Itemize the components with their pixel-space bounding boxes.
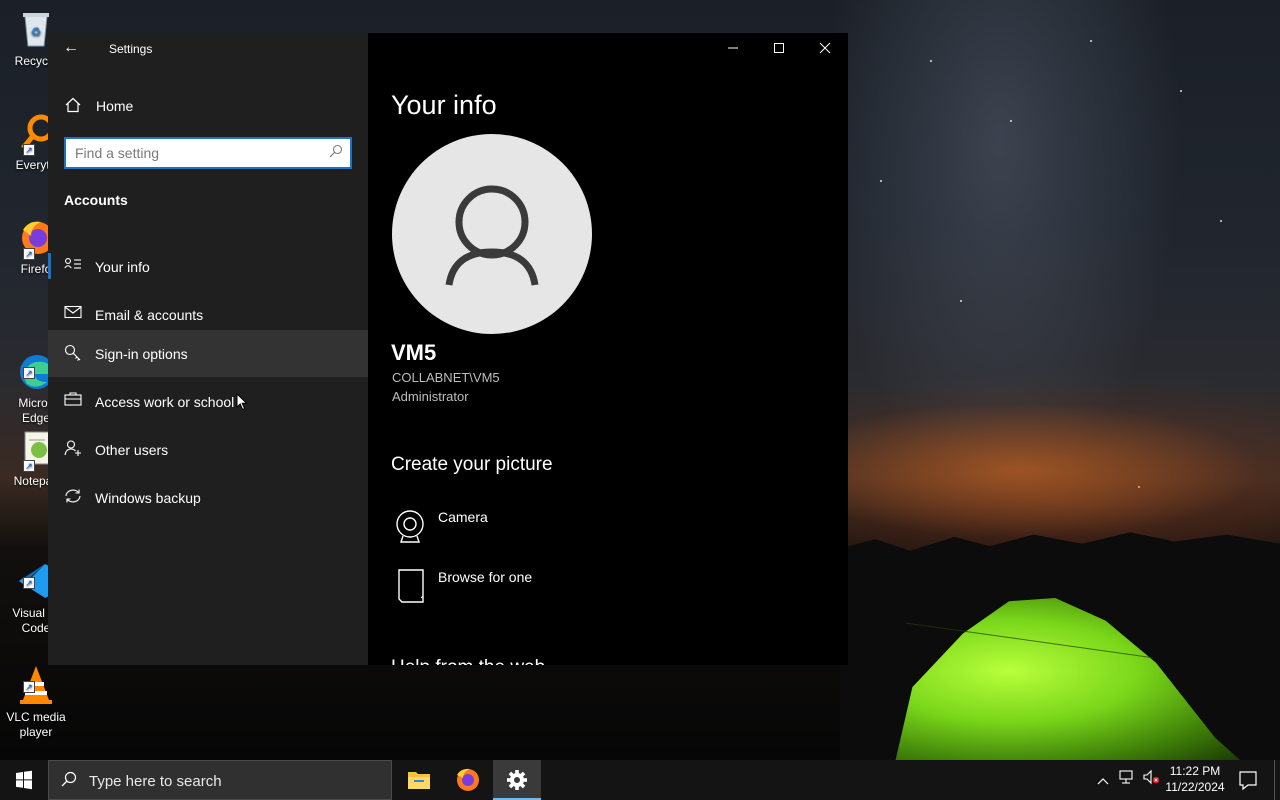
show-hidden-icons-button[interactable] — [1092, 760, 1114, 800]
home-icon — [65, 97, 81, 118]
browse-picture-option[interactable]: Browse for one — [391, 568, 631, 612]
start-button[interactable] — [0, 760, 48, 800]
nav-home-label: Home — [96, 98, 134, 114]
camera-option-label: Camera — [438, 509, 488, 525]
section-header: Accounts — [64, 192, 128, 208]
nav-item-sign-in-options[interactable]: Sign-in options — [48, 330, 368, 377]
svg-text:♻: ♻ — [31, 25, 42, 39]
minimize-icon — [727, 41, 739, 57]
nav-item-label: Sign-in options — [95, 346, 188, 362]
folder-icon — [408, 772, 430, 789]
mouse-cursor-icon — [236, 393, 248, 411]
briefcase-icon — [63, 392, 83, 410]
taskbar-clock[interactable]: 11:22 PM 11/22/2024 — [1158, 763, 1232, 795]
desktop-icon-label: VLC media player — [6, 710, 66, 739]
help-from-web-header: Help from the web — [391, 657, 545, 665]
search-input[interactable] — [75, 144, 315, 162]
nav-item-your-info[interactable]: Your info — [48, 243, 368, 290]
desktop-icon-label: Firefo — [20, 262, 52, 276]
document-icon — [393, 568, 427, 604]
key-icon — [63, 344, 83, 362]
clock-date: 11/22/2024 — [1165, 780, 1225, 794]
gear-icon — [507, 770, 527, 790]
nav-item-label: Email & accounts — [95, 307, 204, 323]
firefox-icon — [457, 768, 479, 791]
user-account-id: COLLABNET\VM5 — [392, 370, 500, 385]
settings-content-pane: Your info VM5 COLLABNET\VM5 Administrato… — [368, 33, 848, 665]
show-desktop-button[interactable] — [1274, 760, 1280, 800]
sync-icon — [63, 488, 83, 506]
avatar — [392, 134, 592, 334]
nav-item-other-users[interactable]: Other users — [48, 426, 368, 473]
contact-card-icon — [63, 257, 83, 275]
taskbar-app-file-explorer[interactable] — [395, 760, 443, 800]
notification-icon — [1239, 771, 1257, 791]
nav-item-label: Your info — [95, 259, 150, 275]
add-user-icon — [63, 440, 83, 458]
nav-item-label: Other users — [95, 442, 169, 458]
webcam-icon — [393, 508, 427, 544]
maximize-icon — [773, 41, 785, 57]
nav-item-access-work-school[interactable]: Access work or school — [48, 378, 368, 425]
nav-item-label: Access work or school — [95, 394, 235, 410]
taskbar-app-settings[interactable] — [493, 760, 541, 800]
taskbar-search-box[interactable]: Type here to search — [48, 760, 392, 800]
search-icon[interactable] — [329, 144, 343, 161]
action-center-button[interactable] — [1234, 760, 1262, 800]
back-arrow-icon: ← — [63, 39, 79, 56]
maximize-button[interactable] — [756, 33, 802, 65]
nav-item-windows-backup[interactable]: Windows backup — [48, 474, 368, 521]
browse-option-label: Browse for one — [438, 569, 533, 585]
user-silhouette-icon — [445, 185, 539, 286]
create-picture-header: Create your picture — [391, 454, 553, 475]
find-setting-search[interactable] — [64, 137, 352, 169]
settings-window: ← Settings Home Accounts Your info — [48, 33, 848, 665]
title-bar[interactable]: ← Settings — [48, 33, 368, 65]
user-display-name: VM5 — [391, 340, 437, 365]
settings-nav-pane: ← Settings Home Accounts Your info — [48, 33, 368, 665]
network-icon — [1118, 770, 1136, 788]
taskbar-app-firefox[interactable] — [444, 760, 492, 800]
search-icon — [61, 771, 77, 792]
page-title: Your info — [391, 90, 497, 120]
taskbar-search-text: Type here to search — [89, 773, 222, 790]
close-button[interactable] — [802, 33, 848, 65]
network-status-button[interactable] — [1116, 760, 1138, 800]
user-role: Administrator — [392, 389, 469, 404]
windows-logo-icon — [16, 770, 32, 790]
back-button[interactable]: ← — [60, 39, 82, 59]
window-title: Settings — [109, 42, 153, 56]
mail-icon — [63, 305, 83, 323]
nav-item-label: Windows backup — [95, 490, 201, 506]
camera-option[interactable]: Camera — [391, 508, 631, 552]
clock-time: 11:22 PM — [1169, 764, 1221, 778]
minimize-button[interactable] — [710, 33, 756, 65]
nav-home[interactable]: Home — [48, 89, 368, 123]
chevron-up-icon — [1097, 772, 1109, 788]
close-icon — [819, 41, 831, 57]
taskbar: Type here to search 11:22 PM 11/22/2024 — [0, 760, 1280, 800]
